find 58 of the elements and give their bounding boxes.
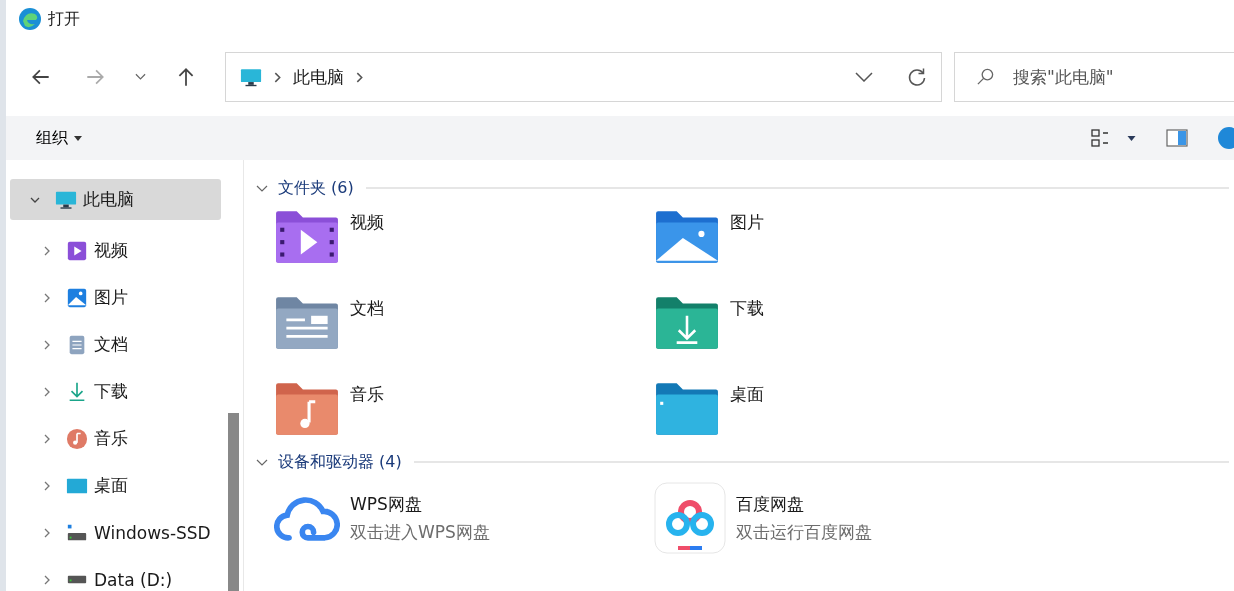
browser-logo-icon xyxy=(18,7,42,31)
music-note-icon xyxy=(66,427,88,450)
search-field[interactable]: 搜索"此电脑" xyxy=(954,52,1234,102)
address-bar[interactable]: 此电脑 xyxy=(225,52,942,102)
folder-icon xyxy=(654,209,720,265)
chevron-icon xyxy=(274,71,282,83)
caret-icon xyxy=(74,135,82,141)
app-icon xyxy=(654,482,726,554)
item-tile[interactable]: 文档 xyxy=(274,293,654,353)
item-tile[interactable]: 音乐 xyxy=(274,379,654,439)
window-title: 打开 xyxy=(48,8,80,30)
item-name: 百度网盘 xyxy=(736,492,804,516)
sidebar-item[interactable]: Windows-SSD xyxy=(10,509,221,556)
monitor-icon xyxy=(240,67,263,87)
item-tile[interactable]: 桌面 xyxy=(654,379,1028,439)
organize-menu-button[interactable]: 组织 xyxy=(30,126,88,150)
folder-icon xyxy=(274,381,340,437)
help-icon[interactable] xyxy=(1218,127,1234,149)
folder-icon xyxy=(654,381,720,437)
item-description: 双击进入WPS网盘 xyxy=(350,520,490,544)
sidebar-item[interactable]: Data (D:) xyxy=(10,556,221,591)
sidebar-item[interactable]: 桌面 xyxy=(10,462,221,509)
item-name: 视频 xyxy=(350,211,384,234)
sidebar-item[interactable]: 文档 xyxy=(10,321,221,368)
item-name: 图片 xyxy=(730,211,764,234)
item-description: 双击运行百度网盘 xyxy=(736,520,872,544)
group-header[interactable]: 设备和驱动器 (4) xyxy=(278,451,402,473)
item-name: 音乐 xyxy=(350,383,384,406)
item-tile[interactable]: 百度网盘 双击运行百度网盘 xyxy=(654,481,1028,555)
caret-icon[interactable] xyxy=(1127,135,1136,141)
refresh-icon[interactable] xyxy=(907,67,927,87)
dropdown-icon[interactable] xyxy=(855,72,873,82)
drive-icon xyxy=(66,574,88,585)
item-tile[interactable]: WPS网盘 双击进入WPS网盘 xyxy=(274,481,654,555)
breadcrumb-item[interactable]: 此电脑 xyxy=(293,65,345,89)
search-icon xyxy=(976,67,995,86)
preview-pane-icon[interactable] xyxy=(1166,129,1188,147)
chevron-icon xyxy=(356,71,364,83)
sidebar-item[interactable]: 图片 xyxy=(10,274,221,321)
sidebar-item[interactable]: 此电脑 xyxy=(10,179,221,220)
chevron-down-icon xyxy=(135,73,146,81)
item-name: WPS网盘 xyxy=(350,492,422,516)
item-tile[interactable]: 下载 xyxy=(654,293,1028,353)
sidebar-item[interactable]: 视频 xyxy=(10,227,221,274)
folder-icon xyxy=(654,295,720,351)
item-name: 下载 xyxy=(730,297,764,320)
picture-icon xyxy=(66,286,88,309)
folder-icon xyxy=(274,295,340,351)
group-header[interactable]: 文件夹 (6) xyxy=(278,177,354,199)
item-tile[interactable]: 视频 xyxy=(274,207,654,267)
item-name: 文档 xyxy=(350,297,384,320)
scrollbar-thumb[interactable] xyxy=(228,413,239,591)
item-name: 桌面 xyxy=(730,383,764,406)
sidebar-item[interactable]: 下载 xyxy=(10,368,221,415)
video-icon xyxy=(66,239,88,262)
folder-icon xyxy=(274,209,340,265)
item-tile[interactable]: 图片 xyxy=(654,207,1028,267)
sidebar-item[interactable]: 音乐 xyxy=(10,415,221,462)
